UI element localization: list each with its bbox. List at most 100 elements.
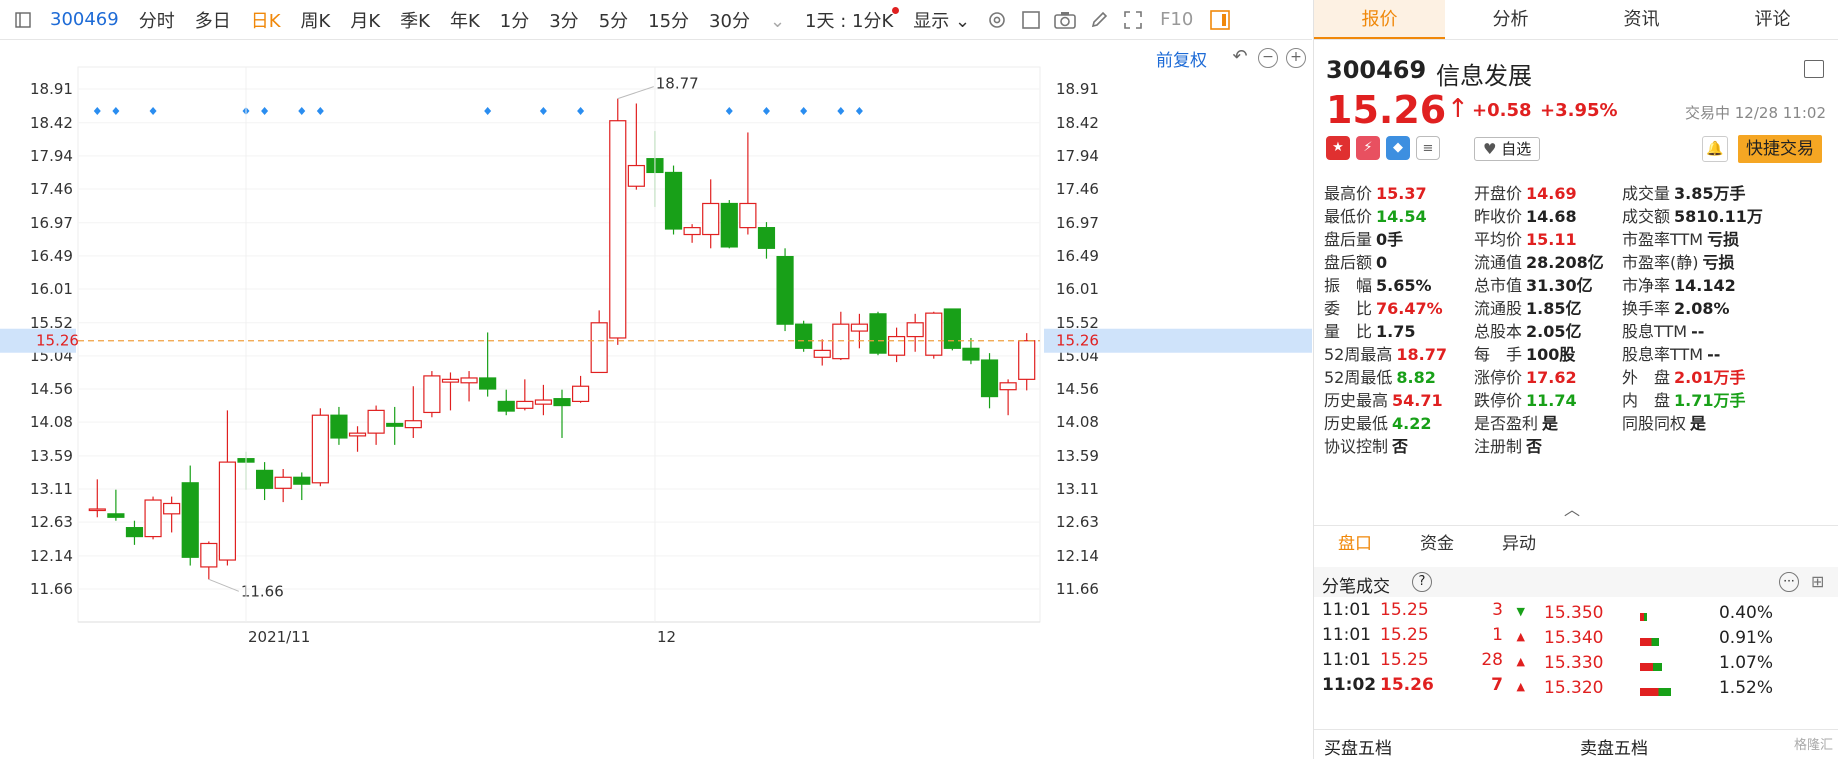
orderbook-tab[interactable]: 盘口: [1314, 526, 1396, 561]
sidebar-toggle-icon[interactable]: [12, 9, 34, 31]
candle-body[interactable]: [702, 202, 720, 236]
event-marker[interactable]: [149, 107, 157, 115]
event-marker[interactable]: [577, 107, 585, 115]
orderbook-tab[interactable]: 异动: [1478, 526, 1560, 561]
period-more-chevron-icon[interactable]: ⌄: [760, 11, 795, 32]
candle-body[interactable]: [330, 414, 348, 439]
candle-body[interactable]: [720, 202, 738, 248]
note-icon[interactable]: ≡: [1416, 136, 1440, 160]
event-marker[interactable]: [800, 107, 808, 115]
orderbook-tab[interactable]: 资金: [1396, 526, 1478, 561]
candle-body[interactable]: [107, 513, 125, 518]
grid-icon[interactable]: ⊞: [1811, 572, 1831, 592]
candle-body[interactable]: [590, 322, 608, 374]
candle-body[interactable]: [218, 461, 237, 561]
lightning-icon[interactable]: ⚡: [1356, 136, 1380, 160]
candle-body[interactable]: [943, 308, 961, 349]
candle-body[interactable]: [980, 359, 999, 398]
candle-body[interactable]: [311, 414, 329, 484]
panel-tab[interactable]: 分析: [1445, 0, 1576, 39]
candle-body[interactable]: [293, 476, 311, 485]
candle-body[interactable]: [386, 422, 404, 427]
event-marker[interactable]: [539, 107, 547, 115]
camera-icon[interactable]: [1054, 9, 1076, 31]
period-tab[interactable]: 30分: [699, 11, 760, 32]
period-tab[interactable]: 季K: [390, 11, 440, 32]
period-tab[interactable]: 多日: [185, 11, 241, 32]
display-dropdown[interactable]: 显示 ⌄: [903, 7, 980, 33]
kline-chart[interactable]: 18.91 18.91 18.42 18.42 17.94 17.94 17.46 17.46…: [0, 40, 1312, 759]
event-marker[interactable]: [112, 107, 120, 115]
candle-body[interactable]: [683, 227, 701, 236]
candle-body[interactable]: [181, 482, 199, 558]
candle-body[interactable]: [795, 323, 813, 349]
candle-body[interactable]: [739, 202, 757, 229]
candle-body[interactable]: [664, 171, 683, 230]
bell-icon[interactable]: 🔔: [1702, 136, 1728, 162]
menu-icon[interactable]: [1804, 60, 1824, 78]
event-marker[interactable]: [298, 107, 306, 115]
event-marker[interactable]: [316, 107, 324, 115]
candle-body[interactable]: [423, 375, 441, 414]
candle-body[interactable]: [274, 476, 292, 489]
zoom-in-icon[interactable]: +: [1286, 48, 1306, 68]
event-marker[interactable]: [837, 107, 845, 115]
candle-body[interactable]: [609, 120, 627, 339]
fullscreen-icon[interactable]: [1122, 9, 1144, 31]
event-marker[interactable]: [762, 107, 770, 115]
zoom-out-icon[interactable]: −: [1258, 48, 1278, 68]
candle-body[interactable]: [163, 502, 181, 515]
candle-body[interactable]: [144, 499, 162, 538]
candle-body[interactable]: [534, 399, 553, 405]
more-icon[interactable]: ···: [1779, 572, 1799, 592]
period-tab[interactable]: 周K: [291, 11, 341, 32]
kline-chart-area[interactable]: 18.91 18.91 18.42 18.42 17.94 17.94 17.46 17.46…: [0, 40, 1312, 759]
event-marker[interactable]: [725, 107, 733, 115]
panel-toggle-icon[interactable]: [1209, 9, 1231, 31]
candle-body[interactable]: [460, 377, 478, 384]
candle-body[interactable]: [850, 323, 869, 332]
pen-icon[interactable]: [1088, 9, 1110, 31]
event-marker[interactable]: [484, 107, 492, 115]
add-watchlist-button[interactable]: ♥ 自选: [1474, 137, 1541, 161]
candle-body[interactable]: [255, 469, 274, 489]
interval-dropdown[interactable]: 1天 : 1分K: [795, 6, 903, 33]
panel-tab[interactable]: 评论: [1707, 0, 1838, 39]
event-marker[interactable]: [93, 107, 101, 115]
undo-icon[interactable]: ↶: [1230, 48, 1250, 68]
square-select-icon[interactable]: [1020, 9, 1042, 31]
event-marker[interactable]: [261, 107, 269, 115]
adjust-restore-button[interactable]: 前复权: [1156, 46, 1207, 71]
candle-body[interactable]: [200, 542, 218, 568]
period-tab[interactable]: 分时: [129, 11, 185, 32]
candle-body[interactable]: [869, 313, 887, 354]
candle-body[interactable]: [887, 335, 906, 356]
candle-body[interactable]: [776, 255, 794, 325]
candle-body[interactable]: [553, 398, 571, 407]
candle-body[interactable]: [962, 347, 980, 361]
help-icon[interactable]: ?: [1412, 572, 1432, 592]
f10-button[interactable]: F10: [1150, 9, 1203, 30]
stock-code[interactable]: 300469: [40, 9, 129, 30]
candle-body[interactable]: [627, 164, 645, 187]
candle-body[interactable]: [999, 382, 1017, 391]
period-tab[interactable]: 1分: [490, 11, 539, 32]
period-tab[interactable]: 5分: [589, 11, 638, 32]
event-marker[interactable]: [855, 107, 863, 115]
candle-body[interactable]: [404, 420, 422, 429]
candle-body[interactable]: [906, 322, 924, 338]
panel-tab[interactable]: 报价: [1314, 0, 1445, 39]
candle-body[interactable]: [497, 400, 515, 412]
candle-body[interactable]: [348, 432, 367, 437]
candle-body[interactable]: [757, 227, 776, 249]
tag-icon[interactable]: ◆: [1386, 136, 1410, 160]
candle-body[interactable]: [925, 312, 943, 356]
panel-tab[interactable]: 资讯: [1576, 0, 1707, 39]
candle-body[interactable]: [367, 409, 385, 434]
candle-body[interactable]: [479, 377, 497, 390]
period-tab[interactable]: 年K: [440, 11, 490, 32]
candle-body[interactable]: [1018, 340, 1036, 380]
candle-body[interactable]: [441, 378, 460, 383]
candle-body[interactable]: [125, 527, 144, 538]
candle-body[interactable]: [813, 349, 831, 358]
